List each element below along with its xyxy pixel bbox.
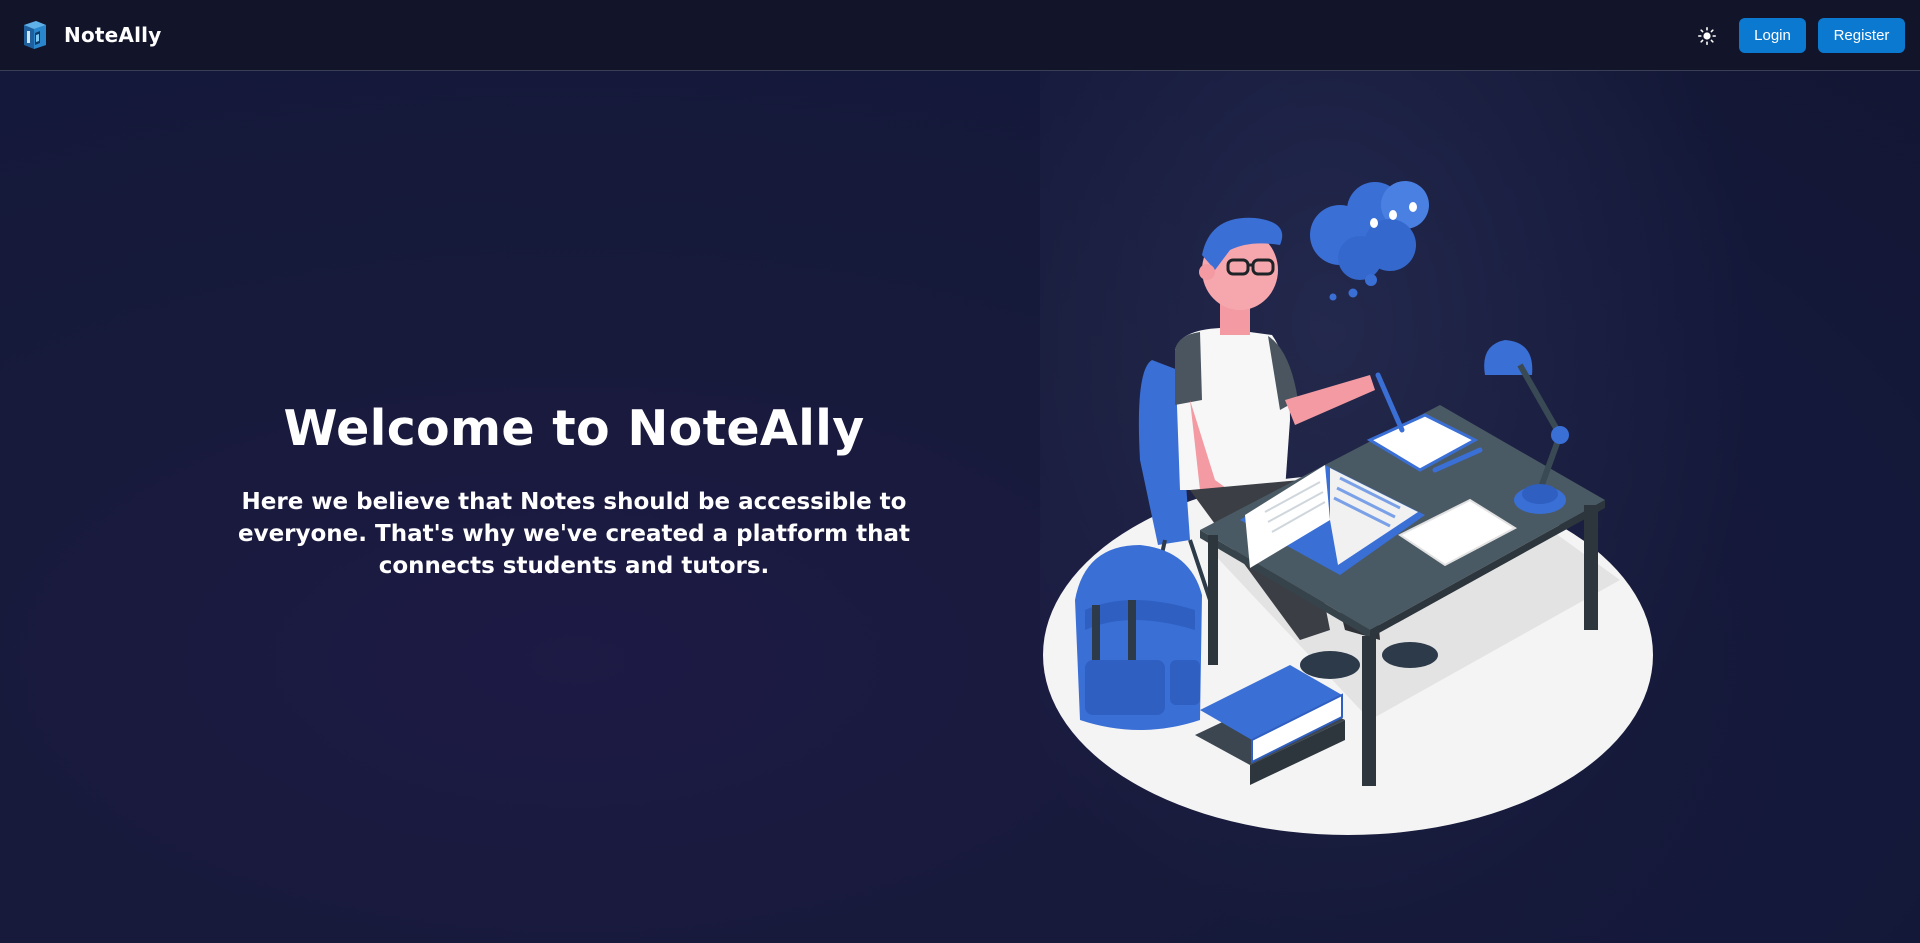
brand-name: NoteAlly (64, 23, 162, 47)
hero-text: Welcome to NoteAlly Here we believe that… (200, 395, 948, 582)
login-button[interactable]: Login (1739, 18, 1806, 53)
book-logo-icon (24, 21, 46, 49)
hero-subtitle: Here we believe that Notes should be acc… (237, 489, 911, 579)
top-navbar: NoteAlly Login Register (0, 0, 1920, 71)
brand[interactable]: NoteAlly (20, 19, 161, 51)
theme-toggle[interactable] (1695, 24, 1719, 48)
sun-icon (1698, 27, 1716, 45)
student-studying-illustration (1043, 181, 1653, 835)
hero-title: Welcome to NoteAlly (283, 400, 865, 457)
thought-cloud (1310, 181, 1429, 301)
register-button[interactable]: Register (1818, 18, 1905, 53)
